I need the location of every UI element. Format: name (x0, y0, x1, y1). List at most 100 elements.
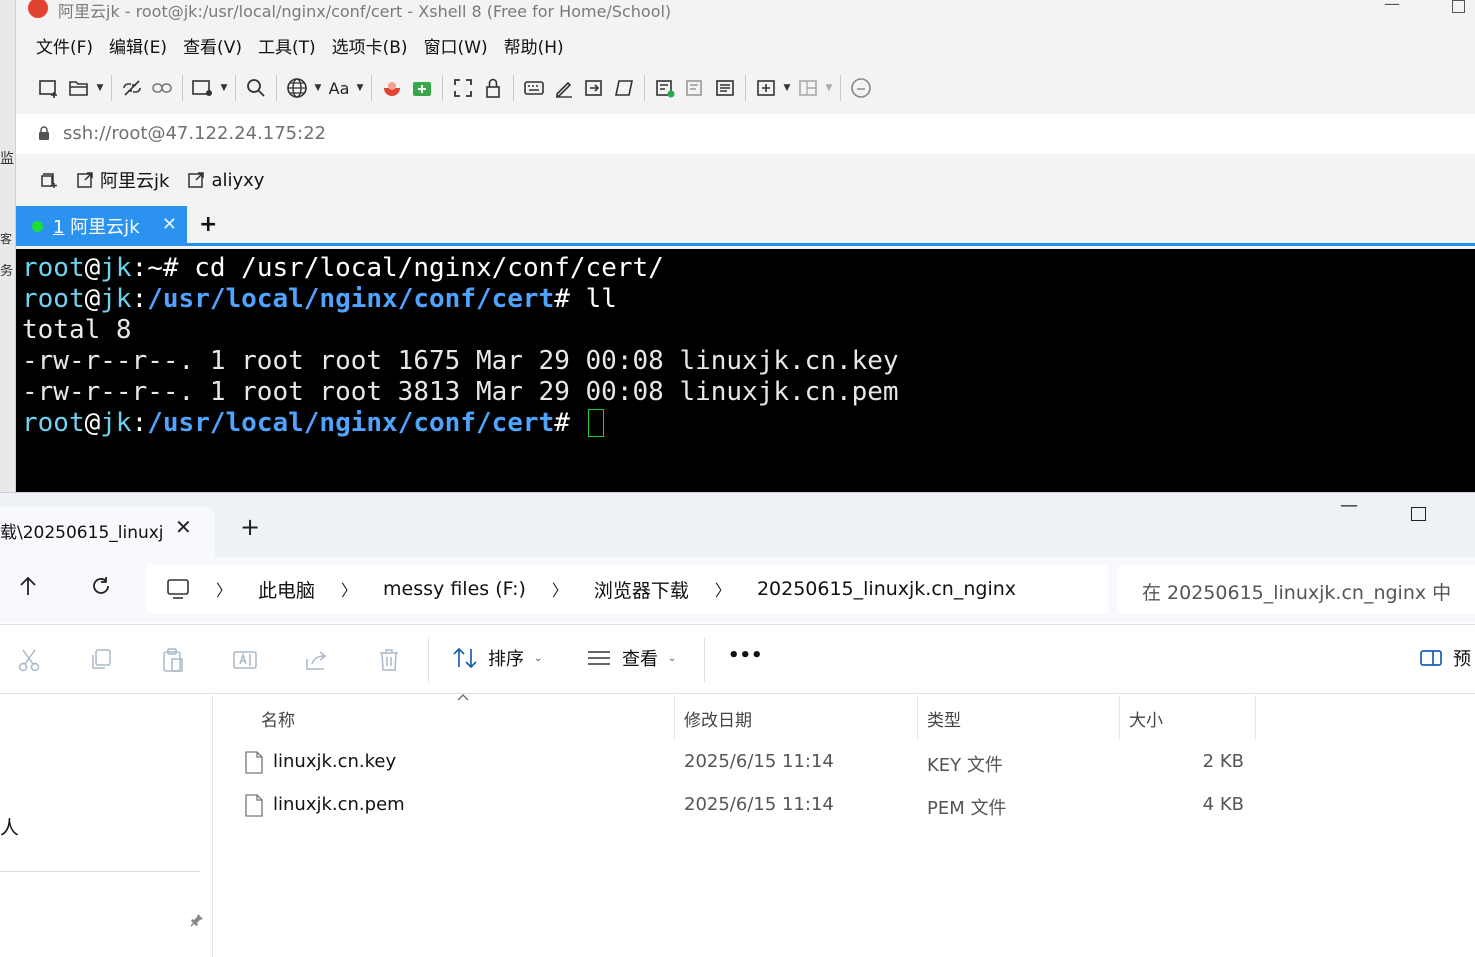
preview-pane-icon (1420, 650, 1442, 666)
session-tab-active[interactable]: 1 阿里云jk ✕ (16, 206, 187, 246)
xftp-icon[interactable] (407, 73, 437, 103)
more-options-button[interactable]: ••• (728, 645, 763, 666)
menu-view[interactable]: 查看(V) (175, 34, 250, 62)
preview-pane-button[interactable]: 预 (1419, 645, 1471, 671)
minimize-button[interactable]: — (1384, 0, 1400, 13)
globe-icon[interactable] (282, 73, 312, 103)
add-tab-icon[interactable] (751, 73, 781, 103)
font-icon[interactable]: Aa (324, 73, 354, 103)
list-icon[interactable] (710, 73, 740, 103)
xshell-app-icon (28, 0, 48, 18)
close-icon[interactable]: ✕ (162, 214, 177, 235)
quick-link-aliyun-jk[interactable]: 阿里云jk (70, 167, 175, 193)
chevron-right-icon[interactable]: 〉 (341, 577, 357, 601)
breadcrumb-current-folder[interactable]: 20250615_linuxjk.cn_nginx (757, 578, 1016, 600)
cut-icon[interactable] (16, 647, 42, 673)
session-tab-name: 阿里云jk (70, 217, 140, 238)
toolbar-divider (371, 75, 372, 101)
add-tab-button[interactable]: + (199, 212, 217, 237)
background-text-fragment: 监 (0, 151, 14, 167)
breadcrumb[interactable]: 〉 此电脑 〉 messy files (F:) 〉 浏览器下载 〉 20250… (146, 565, 1108, 613)
close-icon[interactable]: ✕ (175, 515, 192, 539)
file-row[interactable]: linuxjk.cn.pem 2025/6/15 11:14 PEM 文件 4 … (213, 786, 1475, 826)
delete-icon[interactable] (376, 647, 402, 673)
sort-label: 排序 (488, 649, 524, 670)
toolbar-divider (840, 75, 841, 101)
address-bar[interactable]: ssh://root@47.122.24.175:22 (16, 114, 1475, 154)
pen-icon[interactable] (549, 73, 579, 103)
view-icon (588, 651, 610, 665)
link-icon[interactable] (147, 73, 177, 103)
breadcrumb-this-pc[interactable]: 此电脑 (258, 576, 315, 603)
maximize-button[interactable] (1452, 0, 1465, 13)
toolbar-divider (276, 75, 277, 101)
column-divider[interactable] (1119, 695, 1120, 739)
column-header-name[interactable]: 名称 (261, 706, 295, 731)
chevron-down-icon[interactable]: ▼ (781, 73, 793, 103)
copy-icon[interactable] (88, 647, 114, 673)
script-icon[interactable] (609, 73, 639, 103)
column-header-size[interactable]: 大小 (1129, 706, 1163, 731)
column-divider[interactable] (674, 695, 675, 739)
menu-tabs[interactable]: 选项卡(B) (324, 34, 416, 62)
menu-file[interactable]: 文件(F) (28, 34, 101, 62)
menu-window[interactable]: 窗口(W) (416, 34, 496, 62)
compose-icon[interactable] (680, 73, 710, 103)
keyboard-icon[interactable] (519, 73, 549, 103)
terminal-line: root@jk:~# cd /usr/local/nginx/conf/cert… (22, 253, 664, 283)
chat-icon[interactable] (846, 73, 876, 103)
menu-help[interactable]: 帮助(H) (496, 34, 572, 62)
sort-button[interactable]: 排序 ⌄ (452, 645, 542, 671)
paste-icon[interactable] (160, 647, 186, 673)
chevron-down-icon[interactable]: ▼ (354, 73, 366, 103)
pin-icon[interactable] (190, 913, 204, 927)
menu-edit[interactable]: 编辑(E) (101, 34, 175, 62)
terminal-line: total 8 (22, 315, 132, 345)
send-icon[interactable] (579, 73, 609, 103)
search-icon[interactable] (241, 73, 271, 103)
command-divider (428, 637, 429, 683)
breadcrumb-downloads[interactable]: 浏览器下载 (594, 576, 689, 603)
layout-icon[interactable] (793, 73, 823, 103)
chevron-down-icon[interactable]: ▼ (94, 73, 106, 103)
toolbar-divider (235, 75, 236, 101)
chevron-down-icon[interactable]: ▼ (218, 73, 230, 103)
chevron-down-icon[interactable]: ▼ (823, 73, 835, 103)
column-header-type[interactable]: 类型 (927, 706, 961, 731)
column-header-modified[interactable]: 修改日期 (684, 706, 752, 731)
column-divider[interactable] (917, 695, 918, 739)
fullscreen-icon[interactable] (448, 73, 478, 103)
lock-icon[interactable] (478, 73, 508, 103)
chevron-right-icon[interactable]: 〉 (216, 577, 232, 601)
terminal-output[interactable]: root@jk:~# cd /usr/local/nginx/conf/cert… (16, 249, 1475, 492)
menu-tools[interactable]: 工具(T) (250, 34, 324, 62)
terminal-line: root@jk:/usr/local/nginx/conf/cert# ll (22, 284, 617, 314)
open-folder-icon[interactable] (64, 73, 94, 103)
maximize-button[interactable] (1411, 507, 1426, 521)
add-tab-button[interactable]: + (240, 513, 260, 541)
explorer-tab-active[interactable]: 载\20250615_linuxj ✕ (0, 507, 215, 557)
refresh-icon[interactable] (90, 575, 112, 603)
minimize-button[interactable]: — (1340, 495, 1358, 516)
quick-link-aliyxy[interactable]: aliyxy (181, 170, 270, 191)
xshell-logo-icon[interactable] (377, 73, 407, 103)
breadcrumb-drive[interactable]: messy files (F:) (383, 578, 526, 600)
view-button[interactable]: 查看 ⌄ (586, 645, 676, 671)
search-input[interactable]: 在 20250615_linuxjk.cn_nginx 中 (1118, 565, 1475, 613)
disconnect-icon[interactable] (117, 73, 147, 103)
background-text-fragment: 务 (0, 264, 14, 279)
sessions-manager-button[interactable] (34, 171, 64, 189)
share-icon[interactable] (304, 647, 330, 673)
log-icon[interactable] (650, 73, 680, 103)
column-divider[interactable] (1255, 695, 1256, 739)
nav-item-label[interactable]: 人 (0, 813, 19, 840)
chevron-right-icon[interactable]: 〉 (552, 577, 568, 601)
chevron-down-icon[interactable]: ▼ (312, 73, 324, 103)
new-window-icon[interactable] (188, 73, 218, 103)
new-session-icon[interactable] (34, 73, 64, 103)
chevron-right-icon[interactable]: 〉 (715, 577, 731, 601)
connection-status-indicator (32, 220, 43, 232)
rename-icon[interactable] (232, 647, 258, 673)
file-row[interactable]: linuxjk.cn.key 2025/6/15 11:14 KEY 文件 2 … (213, 743, 1475, 783)
up-arrow-icon[interactable] (18, 575, 38, 603)
